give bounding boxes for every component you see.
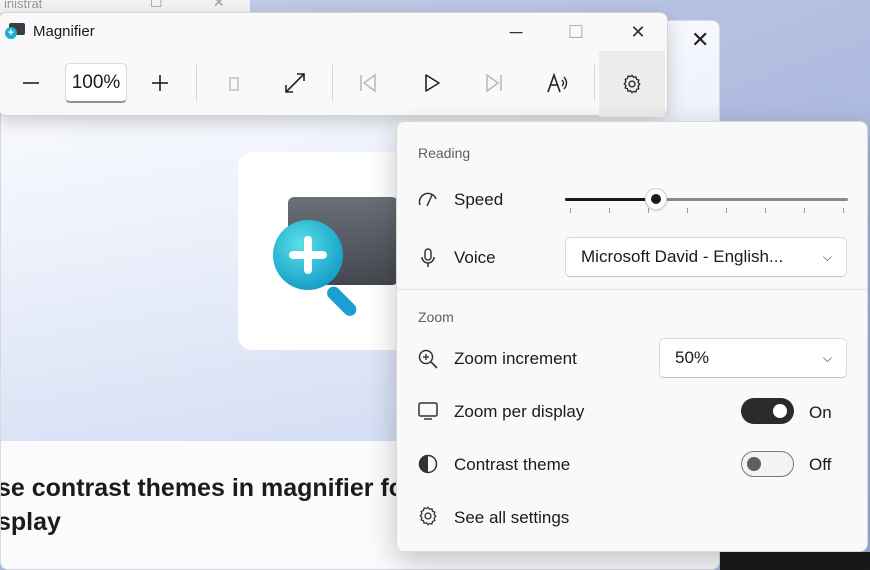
zoom-increment-value: 50% xyxy=(675,348,710,367)
zoom-per-display-toggle[interactable] xyxy=(741,398,794,424)
contrast-theme-label: Contrast theme xyxy=(454,455,571,474)
speed-slider[interactable] xyxy=(565,188,848,210)
settings-flyout: Reading Speed Voice Microsoft David - En… xyxy=(396,121,868,552)
zoom-section-label: Zoom xyxy=(418,309,454,325)
background-window-title: inistrat xyxy=(4,0,43,11)
see-all-settings-link[interactable]: See all settings xyxy=(454,508,569,528)
speed-slider-fill xyxy=(565,198,656,201)
full-screen-button[interactable] xyxy=(273,61,317,105)
skip-forward-icon xyxy=(486,73,502,93)
previous-sentence-button[interactable] xyxy=(346,61,390,105)
dialog-close-button[interactable]: ✕ xyxy=(691,29,709,51)
magnifier-toolbar: 100% xyxy=(0,51,667,117)
contrast-icon xyxy=(417,453,439,475)
contrast-theme-toggle[interactable] xyxy=(741,451,794,477)
slider-tick xyxy=(648,208,649,213)
toolbar-separator xyxy=(594,65,595,101)
article-title-line-1: se contrast themes in magnifier fo xyxy=(0,474,405,502)
maximize-button[interactable]: ☐ xyxy=(556,17,596,47)
window-title: Magnifier xyxy=(33,23,95,40)
slider-tick xyxy=(726,208,727,213)
minus-icon xyxy=(23,82,39,84)
minimize-button[interactable]: ─ xyxy=(496,17,536,47)
read-from-here-button[interactable] xyxy=(536,61,580,105)
slider-tick xyxy=(804,208,805,213)
article-title: se contrast themes in magnifier fo splay xyxy=(0,471,417,539)
view-mode-button[interactable] xyxy=(212,61,256,105)
plus-icon xyxy=(152,75,168,91)
read-aloud-icon xyxy=(547,72,568,93)
magnifier-app-icon: + xyxy=(5,23,25,39)
zoom-increment-label: Zoom increment xyxy=(454,349,577,368)
expand-icon xyxy=(285,73,305,93)
zoom-in-button[interactable] xyxy=(138,61,182,105)
slider-tick xyxy=(570,208,571,213)
play-button[interactable] xyxy=(410,61,454,105)
next-sentence-button[interactable] xyxy=(472,61,516,105)
zoom-per-display-label: Zoom per display xyxy=(454,402,585,421)
microphone-icon xyxy=(417,247,439,269)
play-icon xyxy=(425,74,440,92)
magnifier-window: + Magnifier ─ ☐ ✕ 100% xyxy=(0,12,668,117)
reading-section-label: Reading xyxy=(418,145,471,161)
zoom-increment-icon xyxy=(417,348,439,370)
toggle-knob xyxy=(773,404,787,418)
speed-slider-thumb[interactable] xyxy=(645,188,667,210)
slider-tick xyxy=(609,208,610,213)
monitor-icon xyxy=(417,400,439,422)
docked-view-icon xyxy=(229,77,239,91)
voice-dropdown-value: Microsoft David - English... xyxy=(581,247,784,266)
zoom-per-display-state: On xyxy=(809,403,832,422)
toolbar-separator xyxy=(332,65,333,101)
gear-icon xyxy=(417,505,439,527)
magnifier-lens-illustration xyxy=(273,220,343,290)
chevron-down-icon: ⌵ xyxy=(822,351,832,365)
slider-tick xyxy=(765,208,766,213)
background-maximize-button[interactable]: ☐ xyxy=(150,0,163,11)
speed-icon xyxy=(417,189,439,211)
lens-handle-illustration xyxy=(324,283,360,319)
background-close-button[interactable]: ✕ xyxy=(213,0,225,11)
toggle-knob xyxy=(747,457,761,471)
voice-label: Voice xyxy=(454,248,496,267)
article-title-line-2: splay xyxy=(0,508,61,536)
skip-back-icon xyxy=(360,73,376,93)
settings-button[interactable] xyxy=(599,51,665,117)
magnifier-titlebar[interactable]: + Magnifier ─ ☐ ✕ xyxy=(0,13,667,51)
desktop-corner xyxy=(720,552,870,570)
zoom-increment-dropdown[interactable]: 50% ⌵ xyxy=(659,338,847,378)
voice-dropdown[interactable]: Microsoft David - English... ⌵ xyxy=(565,237,847,277)
contrast-theme-state: Off xyxy=(809,455,832,474)
chevron-down-icon: ⌵ xyxy=(822,250,832,264)
slider-tick xyxy=(843,208,844,213)
zoom-out-button[interactable] xyxy=(9,61,53,105)
gear-icon xyxy=(623,74,641,94)
zoom-level-field[interactable]: 100% xyxy=(65,63,127,103)
section-divider xyxy=(397,289,867,290)
close-button[interactable]: ✕ xyxy=(618,17,658,47)
toolbar-separator xyxy=(196,65,197,101)
slider-tick xyxy=(687,208,688,213)
speed-label: Speed xyxy=(454,190,504,209)
